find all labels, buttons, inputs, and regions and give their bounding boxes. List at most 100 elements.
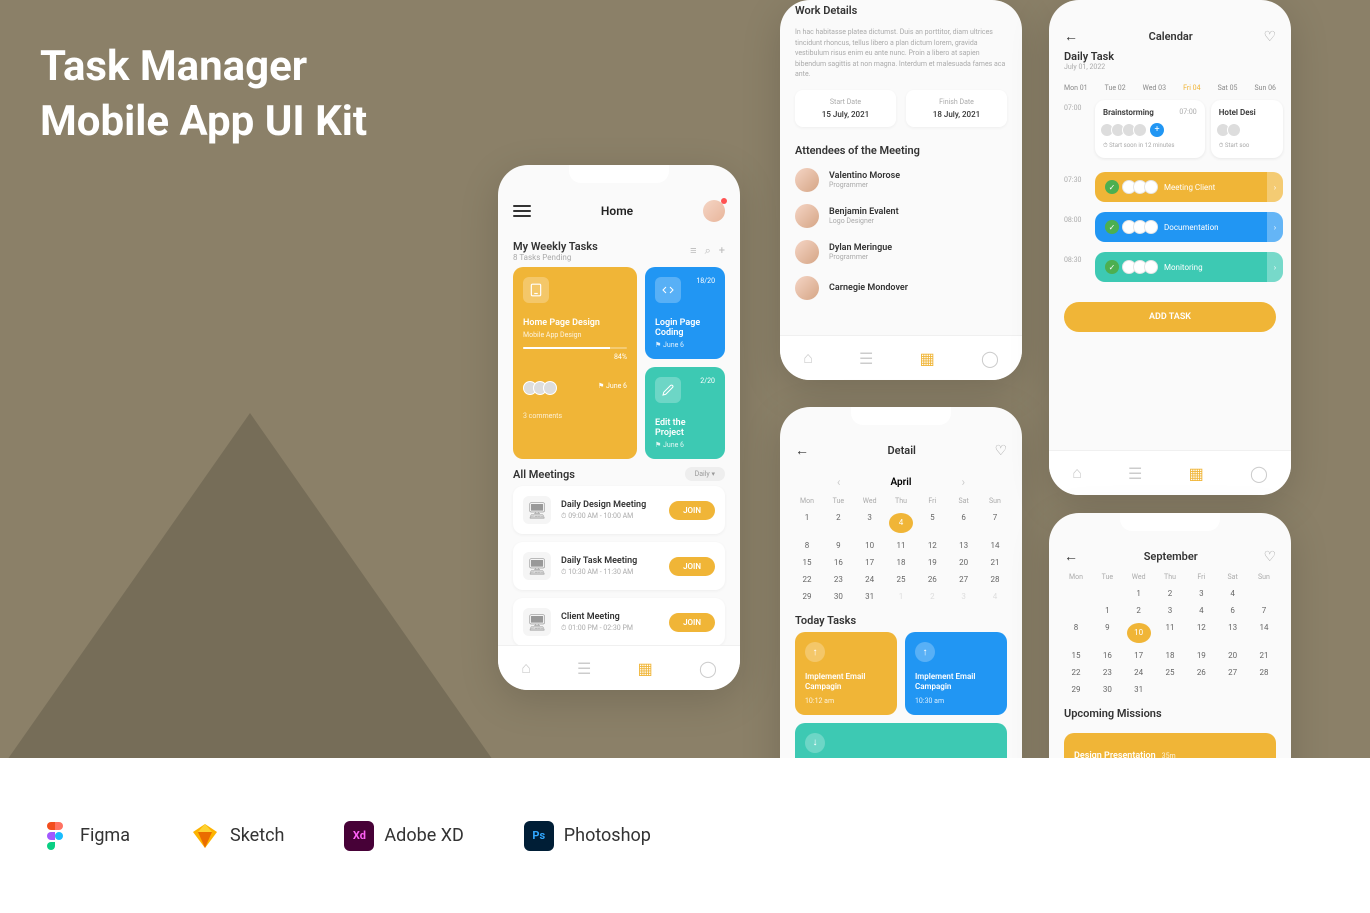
nav-calendar-icon[interactable]: ▦	[638, 659, 653, 678]
calendar-day[interactable]: 24	[1127, 668, 1151, 677]
calendar-day[interactable]: 16	[1095, 651, 1119, 660]
today-card[interactable]: ↑ Implement Email Campagin10:30 am	[905, 632, 1007, 715]
calendar-day[interactable]: 16	[826, 558, 850, 567]
day-tab[interactable]: Tue 02	[1105, 84, 1126, 92]
calendar-day[interactable]	[1252, 685, 1276, 694]
calendar-day[interactable]	[1252, 589, 1276, 598]
back-icon[interactable]: ←	[1064, 548, 1078, 565]
calendar-day[interactable]: 23	[826, 575, 850, 584]
calendar-day[interactable]: 26	[1189, 668, 1213, 677]
bell-icon[interactable]: ♡	[994, 443, 1007, 459]
filter-icon[interactable]: ≡	[690, 244, 696, 258]
nav-list-icon[interactable]: ☰	[859, 349, 873, 368]
calendar-day[interactable]: 18	[889, 558, 913, 567]
calendar-day[interactable]: 3	[1189, 589, 1213, 598]
calendar-day[interactable]: 1	[1127, 589, 1151, 598]
calendar-day[interactable]	[1064, 606, 1088, 615]
nav-home-icon[interactable]: ⌂	[803, 348, 813, 368]
calendar-day[interactable]: 6	[1221, 606, 1245, 615]
calendar-day[interactable]: 7	[1252, 606, 1276, 615]
calendar-day[interactable]	[1221, 685, 1245, 694]
calendar-day[interactable]: 6	[952, 513, 976, 533]
calendar-day[interactable]: 11	[1158, 623, 1182, 643]
calendar-day[interactable]: 17	[858, 558, 882, 567]
add-icon[interactable]: +	[719, 244, 725, 258]
calendar-day[interactable]: 12	[1189, 623, 1213, 643]
daily-filter[interactable]: Daily ▾	[685, 467, 725, 481]
meeting-card[interactable]: 🖥Client Meeting⏱ 01:00 PM - 02:30 PMJOIN	[513, 598, 725, 646]
nav-home-icon[interactable]: ⌂	[521, 658, 531, 678]
calendar-day[interactable]: 5	[920, 513, 944, 533]
bell-icon[interactable]: ♡	[1263, 29, 1276, 45]
calendar-day[interactable]: 19	[920, 558, 944, 567]
calendar-day[interactable]: 19	[1189, 651, 1213, 660]
calendar-day[interactable]: 27	[952, 575, 976, 584]
next-month-icon[interactable]: ›	[961, 475, 965, 489]
calendar-day[interactable]: 3	[952, 592, 976, 601]
day-tab[interactable]: Fri 04	[1183, 84, 1200, 92]
calendar-day[interactable]: 24	[858, 575, 882, 584]
calendar-day[interactable]: 15	[1064, 651, 1088, 660]
calendar-day[interactable]: 1	[1095, 606, 1119, 615]
day-tab[interactable]: Mon 01	[1064, 84, 1088, 92]
calendar-day[interactable]: 31	[1127, 685, 1151, 694]
event-card[interactable]: ✓Meeting Client›	[1095, 172, 1283, 202]
calendar-day[interactable]: 18	[1158, 651, 1182, 660]
calendar-day[interactable]: 3	[858, 513, 882, 533]
calendar-day[interactable]: 10	[1127, 623, 1151, 643]
nav-profile-icon[interactable]: ◯	[981, 349, 999, 368]
day-tab[interactable]: Sat 05	[1218, 84, 1238, 92]
calendar-day[interactable]: 29	[795, 592, 819, 601]
attendee-row[interactable]: Carnegie Mondover	[780, 270, 1022, 306]
nav-list-icon[interactable]: ☰	[1128, 464, 1142, 483]
calendar-day[interactable]: 21	[1252, 651, 1276, 660]
calendar-day[interactable]: 15	[795, 558, 819, 567]
nav-profile-icon[interactable]: ◯	[1250, 464, 1268, 483]
calendar-day[interactable]: 3	[1158, 606, 1182, 615]
calendar-day[interactable]	[1095, 589, 1119, 598]
calendar-day[interactable]: 20	[1221, 651, 1245, 660]
calendar-day[interactable]: 22	[795, 575, 819, 584]
calendar-day[interactable]: 2	[1127, 606, 1151, 615]
nav-list-icon[interactable]: ☰	[577, 659, 591, 678]
back-icon[interactable]: ←	[795, 442, 809, 459]
add-task-button[interactable]: ADD TASK	[1064, 302, 1276, 332]
calendar-day[interactable]: 29	[1064, 685, 1088, 694]
calendar-day[interactable]: 4	[983, 592, 1007, 601]
calendar-day[interactable]: 11	[889, 541, 913, 550]
calendar-day[interactable]: 26	[920, 575, 944, 584]
join-button[interactable]: JOIN	[669, 613, 715, 632]
calendar-day[interactable]: 4	[889, 513, 913, 533]
today-card[interactable]: ↑ Implement Email Campagin10:12 am	[795, 632, 897, 715]
calendar-day[interactable]	[1189, 685, 1213, 694]
calendar-day[interactable]: 4	[1189, 606, 1213, 615]
prev-month-icon[interactable]: ‹	[837, 475, 841, 489]
calendar-day[interactable]: 14	[983, 541, 1007, 550]
calendar-day[interactable]: 7	[983, 513, 1007, 533]
nav-calendar-icon[interactable]: ▦	[1189, 464, 1204, 483]
attendee-row[interactable]: Valentino MoroseProgrammer	[780, 162, 1022, 198]
calendar-day[interactable]: 8	[795, 541, 819, 550]
hamburger-icon[interactable]	[513, 205, 531, 217]
calendar-day[interactable]: 17	[1127, 651, 1151, 660]
calendar-day[interactable]	[1158, 685, 1182, 694]
attendee-row[interactable]: Benjamin EvalentLogo Designer	[780, 198, 1022, 234]
calendar-day[interactable]: 9	[1095, 623, 1119, 643]
calendar-day[interactable]: 20	[952, 558, 976, 567]
calendar-day[interactable]: 13	[952, 541, 976, 550]
chevron-right-icon[interactable]: ›	[1267, 252, 1283, 282]
calendar-day[interactable]: 10	[858, 541, 882, 550]
calendar-day[interactable]: 12	[920, 541, 944, 550]
calendar-day[interactable]: 25	[889, 575, 913, 584]
calendar-day[interactable]: 1	[795, 513, 819, 533]
calendar-day[interactable]: 22	[1064, 668, 1088, 677]
chevron-right-icon[interactable]: ›	[1267, 212, 1283, 242]
calendar-day[interactable]: 25	[1158, 668, 1182, 677]
nav-calendar-icon[interactable]: ▦	[920, 349, 935, 368]
meeting-card[interactable]: 🖥Daily Design Meeting⏱ 09:00 AM - 10:00 …	[513, 486, 725, 534]
nav-profile-icon[interactable]: ◯	[699, 659, 717, 678]
task-card-login-coding[interactable]: 18/20 Login Page Coding ⚑ June 6	[645, 267, 725, 359]
day-tab[interactable]: Wed 03	[1143, 84, 1166, 92]
calendar-day[interactable]: 14	[1252, 623, 1276, 643]
join-button[interactable]: JOIN	[669, 557, 715, 576]
